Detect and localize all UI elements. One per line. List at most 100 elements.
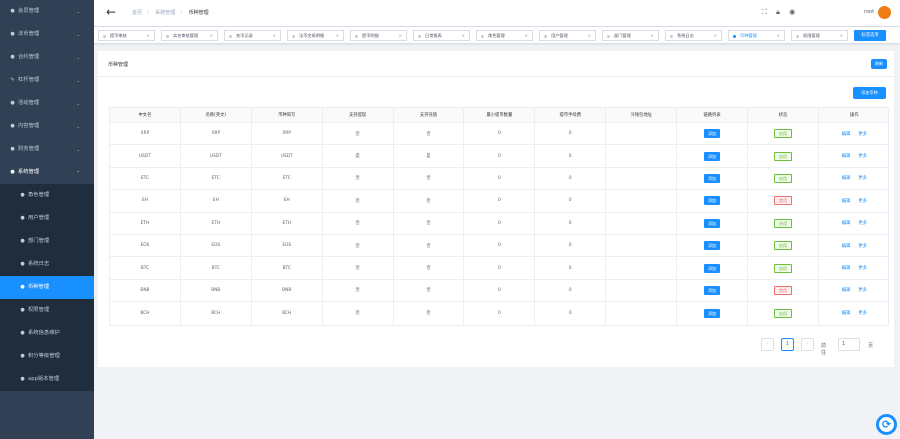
goto-page-input[interactable]: 1 [838, 338, 860, 351]
status-badge[interactable]: 禁用 [773, 285, 792, 295]
sidebar-item[interactable]: ● 法币管理 ⌄ [0, 23, 94, 46]
sidebar-subitem[interactable]: ● 币种管理 [0, 276, 94, 299]
breadcrumb-item[interactable]: 系统管理 [155, 10, 175, 16]
table-row: XRP XRP XRP 否否 0 0 添加 启用 编辑 更多 [110, 123, 888, 146]
sidebar-subitem[interactable]: ● 角色管理 [0, 184, 94, 207]
tag-view[interactable]: 币种管理 × [728, 30, 785, 41]
refresh-button[interactable]: 刷新 [871, 59, 887, 69]
table-cell: 否 [323, 257, 394, 279]
tag-view[interactable]: 权限管理 × [791, 30, 848, 41]
more-link[interactable]: 更多 [858, 198, 867, 204]
edit-link[interactable]: 编辑 [842, 287, 851, 293]
edit-link[interactable]: 编辑 [842, 310, 851, 316]
close-icon[interactable]: × [524, 31, 528, 40]
close-icon[interactable]: × [461, 31, 465, 40]
edit-link[interactable]: 编辑 [842, 131, 851, 137]
tag-view[interactable]: 提币审核 × [98, 30, 155, 41]
tag-view[interactable]: 系统日志 × [665, 30, 722, 41]
more-link[interactable]: 更多 [858, 153, 867, 159]
close-icon[interactable]: × [146, 31, 150, 40]
tag-view[interactable]: 部门管理 × [602, 30, 659, 41]
close-icon[interactable]: × [398, 31, 402, 40]
tag-view[interactable]: 日常报表 × [413, 30, 470, 41]
next-page-icon[interactable]: › [801, 338, 814, 351]
sidebar-subitem[interactable]: ● 系统日志 [0, 253, 94, 276]
add-chain-button[interactable]: 添加 [704, 173, 721, 183]
breadcrumb-item[interactable]: 首页 [132, 10, 142, 16]
sidebar-item[interactable]: ● 活动管理 ⌄ [0, 92, 94, 115]
table-cell: 否 [323, 234, 394, 257]
close-icon[interactable]: × [209, 31, 213, 40]
sidebar-subitem[interactable]: ● 积分等级管理 [0, 345, 94, 368]
fullscreen-icon[interactable]: ⛶ [762, 8, 767, 16]
sidebar-item[interactable]: ● 内容管理 ⌄ [0, 115, 94, 138]
add-chain-button[interactable]: 添加 [704, 285, 721, 295]
status-badge[interactable]: 启用 [773, 263, 792, 273]
more-link[interactable]: 更多 [858, 287, 867, 293]
close-icon[interactable]: × [272, 31, 276, 40]
status-badge[interactable]: 启用 [773, 129, 792, 139]
tag-view[interactable]: 角色管理 × [476, 30, 533, 41]
edit-link[interactable]: 编辑 [842, 243, 851, 249]
dot-icon [733, 34, 736, 38]
more-link[interactable]: 更多 [858, 243, 867, 249]
help-float-icon[interactable]: ⟳ [876, 414, 897, 435]
page-number[interactable]: 1 [781, 338, 794, 351]
close-icon[interactable]: × [713, 31, 717, 40]
close-icon[interactable]: × [776, 31, 780, 40]
edit-link[interactable]: 编辑 [842, 175, 851, 181]
sidebar-subitem[interactable]: ● 权限管理 [0, 299, 94, 322]
add-chain-button[interactable]: 添加 [704, 241, 721, 251]
palette-icon[interactable]: ◉ [789, 8, 795, 16]
more-link[interactable]: 更多 [858, 175, 867, 181]
close-icon[interactable]: × [587, 31, 591, 40]
add-chain-button[interactable]: 添加 [704, 308, 721, 318]
tag-options-button[interactable]: 标签选项 [854, 30, 886, 41]
sidebar-item[interactable]: ● 系统管理 ⌃ [0, 161, 94, 184]
sidebar-subitem[interactable]: ● 部门管理 [0, 230, 94, 253]
add-chain-button[interactable]: 添加 [704, 129, 721, 139]
add-chain-button[interactable]: 添加 [704, 196, 721, 206]
sidebar-subitem[interactable]: ● 用户管理 [0, 207, 94, 230]
tag-view[interactable]: 用户管理 × [539, 30, 596, 41]
more-link[interactable]: 更多 [858, 310, 867, 316]
edit-link[interactable]: 编辑 [842, 198, 851, 204]
sidebar-item[interactable]: ● 财务管理 ⌄ [0, 138, 94, 161]
close-icon[interactable]: × [650, 31, 654, 40]
status-badge[interactable]: 启用 [773, 241, 792, 251]
add-coin-button[interactable]: 添加币种 [853, 87, 886, 99]
sidebar-subitem-label: 权限管理 [28, 307, 50, 313]
edit-link[interactable]: 编辑 [842, 153, 851, 159]
more-link[interactable]: 更多 [858, 131, 867, 137]
tag-view[interactable]: 充币记录 × [224, 30, 281, 41]
sidebar-subitem[interactable]: ● app版本管理 [0, 368, 94, 391]
close-icon[interactable]: × [335, 31, 339, 40]
add-chain-button[interactable]: 添加 [704, 218, 721, 228]
avatar[interactable] [878, 6, 891, 19]
edit-link[interactable]: 编辑 [842, 220, 851, 226]
status-badge[interactable]: 禁用 [773, 196, 792, 206]
add-chain-button[interactable]: 添加 [704, 263, 721, 273]
tag-view[interactable]: 实名审核管理 × [161, 30, 218, 41]
prev-page-icon[interactable]: ‹ [761, 338, 774, 351]
status-badge[interactable]: 启用 [773, 151, 792, 161]
status-badge[interactable]: 启用 [773, 173, 792, 183]
sidebar-item[interactable]: ● 会员管理 ⌄ [0, 0, 94, 23]
tag-view[interactable]: 法币交易明细 × [287, 30, 344, 41]
sidebar-item[interactable]: ✎ 杠杆管理 ⌄ [0, 69, 94, 92]
add-chain-button[interactable]: 添加 [704, 151, 721, 161]
close-icon[interactable]: × [839, 31, 843, 40]
status-badge[interactable]: 启用 [773, 308, 792, 318]
lock-icon[interactable]: 🔒︎ [776, 8, 780, 16]
sidebar-subitem[interactable]: ● 系统信息维护 [0, 322, 94, 345]
status-badge[interactable]: 启用 [773, 218, 792, 228]
back-arrow-icon[interactable]: ← [106, 5, 116, 19]
edit-link[interactable]: 编辑 [842, 265, 851, 271]
more-link[interactable]: 更多 [858, 265, 867, 271]
table-cell: 否 [394, 190, 465, 212]
username[interactable]: root [864, 9, 874, 15]
more-link[interactable]: 更多 [858, 220, 867, 226]
tag-view[interactable]: 提币明细 × [350, 30, 407, 41]
table-cell: 添加 [677, 279, 749, 302]
sidebar-item[interactable]: ● 合约管理 ⌄ [0, 46, 94, 69]
